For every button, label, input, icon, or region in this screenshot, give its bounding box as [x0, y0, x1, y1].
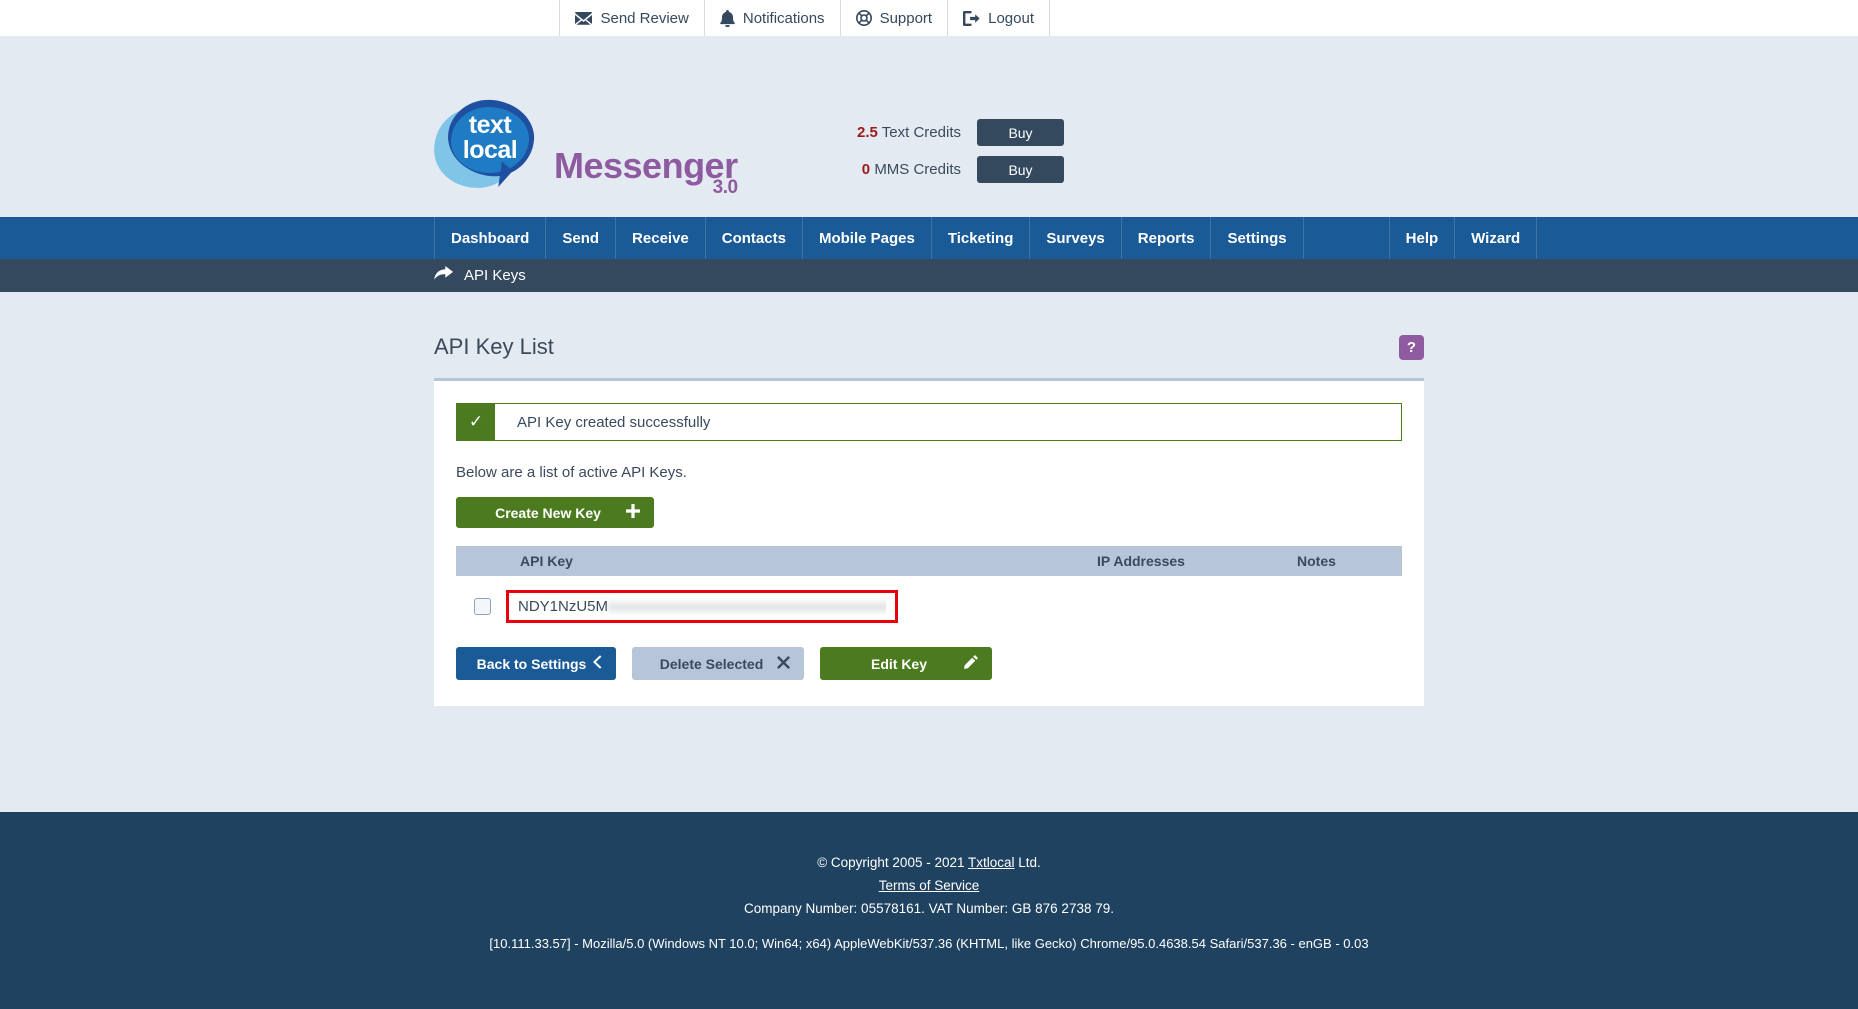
arrow-forward-icon	[434, 266, 453, 285]
api-key-value: NDY1NzU5Mxxxxxxxxxxxxxxxxxxxxxxxxxxxxxxx…	[518, 598, 886, 615]
top-item-label: Send Review	[600, 9, 689, 27]
api-key-masked-part: xxxxxxxxxxxxxxxxxxxxxxxxxxxxxxxxxxxxxxxx…	[608, 598, 886, 615]
footer-copyright-post: Ltd.	[1014, 855, 1041, 870]
pencil-icon	[964, 655, 978, 672]
envelope-icon	[575, 11, 593, 25]
page-footer: © Copyright 2005 - 2021 Txtlocal Ltd. Te…	[0, 812, 1858, 1009]
back-to-settings-button[interactable]: Back to Settings	[456, 647, 616, 680]
footer-copyright-pre: © Copyright 2005 - 2021	[817, 855, 968, 870]
top-item-send-review[interactable]: Send Review	[559, 0, 703, 36]
nav-item-receive[interactable]: Receive	[616, 217, 706, 259]
api-key-visible-part: NDY1NzU5M	[518, 598, 609, 615]
check-icon: ✓	[457, 404, 495, 440]
row-api-key-cell: NDY1NzU5Mxxxxxxxxxxxxxxxxxxxxxxxxxxxxxxx…	[502, 576, 1087, 637]
content-column: API Key List ? ✓ API Key created success…	[434, 292, 1424, 706]
top-item-logout[interactable]: Logout	[947, 0, 1050, 36]
buy-mms-credits-button[interactable]: Buy	[977, 156, 1064, 183]
mms-credits-caption: MMS Credits	[874, 161, 961, 178]
table-header-api-key: API Key	[502, 546, 1087, 576]
help-button[interactable]: ?	[1399, 334, 1424, 360]
header-band: text local Messenger 3.0 2.5 Text Credit…	[0, 36, 1858, 217]
top-item-label: Support	[879, 9, 933, 27]
brand-logo[interactable]: text local Messenger 3.0	[430, 96, 738, 199]
top-item-support[interactable]: Support	[839, 0, 948, 36]
row-checkbox[interactable]	[474, 598, 491, 615]
edit-key-label: Edit Key	[870, 655, 927, 672]
top-utility-bar: Send Review Notifications Support Logout	[0, 0, 1858, 36]
api-keys-table: API Key IP Addresses Notes NDY1NzU5Mxxxx…	[456, 546, 1402, 637]
footer-txtlocal-link[interactable]: Txtlocal	[968, 855, 1015, 870]
nav-item-ticketing[interactable]: Ticketing	[932, 217, 1031, 259]
row-notes-cell	[1287, 576, 1402, 637]
main-navigation: Dashboard Send Receive Contacts Mobile P…	[0, 217, 1858, 259]
bell-icon	[720, 9, 735, 27]
logout-icon	[963, 10, 980, 26]
nav-item-settings[interactable]: Settings	[1211, 217, 1304, 259]
plus-icon	[626, 504, 640, 521]
top-item-label: Notifications	[742, 9, 825, 27]
intro-text: Below are a list of active API Keys.	[456, 464, 687, 481]
table-header-ip-addresses: IP Addresses	[1087, 546, 1287, 576]
text-credits-label: 2.5 Text Credits	[857, 124, 961, 141]
breadcrumb-label: API Keys	[464, 267, 526, 284]
nav-item-mobile-pages[interactable]: Mobile Pages	[803, 217, 932, 259]
buy-text-credits-button[interactable]: Buy	[977, 119, 1064, 146]
bubble-line-2: local	[462, 136, 518, 164]
nav-item-contacts[interactable]: Contacts	[706, 217, 803, 259]
product-name-text: Messenger	[554, 145, 738, 186]
footer-copyright: © Copyright 2005 - 2021 Txtlocal Ltd.	[0, 852, 1858, 875]
page-title: API Key List	[434, 334, 554, 359]
create-new-key-label: Create New Key	[495, 504, 601, 521]
table-header-notes: Notes	[1287, 546, 1402, 576]
footer-terms-link[interactable]: Terms of Service	[879, 878, 980, 893]
delete-selected-label: Delete Selected	[659, 655, 764, 672]
edit-key-button[interactable]: Edit Key	[820, 647, 992, 680]
textlocal-bubble-icon: text local	[430, 96, 540, 193]
action-buttons: Back to Settings Delete Selected Edit Ke…	[456, 647, 1402, 680]
top-item-notifications[interactable]: Notifications	[703, 0, 840, 36]
mms-credits-amount: 0	[861, 161, 871, 178]
table-header-row: API Key IP Addresses Notes	[456, 546, 1402, 576]
mms-credits-label: 0 MMS Credits	[862, 161, 961, 178]
close-icon	[777, 655, 790, 672]
table-row: NDY1NzU5Mxxxxxxxxxxxxxxxxxxxxxxxxxxxxxxx…	[456, 576, 1402, 637]
api-key-panel: ✓ API Key created successfully Below are…	[434, 378, 1424, 706]
nav-item-reports[interactable]: Reports	[1122, 217, 1212, 259]
nav-item-send[interactable]: Send	[546, 217, 617, 259]
delete-selected-button[interactable]: Delete Selected	[632, 647, 804, 680]
text-credits-amount: 2.5	[857, 124, 878, 141]
api-key-highlight-box[interactable]: NDY1NzU5Mxxxxxxxxxxxxxxxxxxxxxxxxxxxxxxx…	[506, 590, 898, 623]
success-alert: ✓ API Key created successfully	[456, 403, 1402, 441]
nav-item-dashboard[interactable]: Dashboard	[434, 217, 547, 259]
nav-item-wizard[interactable]: Wizard	[1455, 217, 1538, 259]
top-item-label: Logout	[988, 9, 1034, 27]
product-version: 3.0	[712, 177, 738, 198]
page-body: API Key List ? ✓ API Key created success…	[0, 292, 1858, 812]
chevron-left-icon	[593, 655, 602, 672]
nav-spacer	[1304, 217, 1390, 259]
mms-credits-row: 0 MMS Credits Buy	[857, 156, 1064, 183]
footer-terms: Terms of Service	[0, 875, 1858, 898]
bubble-line-1: text	[468, 111, 512, 139]
back-to-settings-label: Back to Settings	[476, 655, 587, 672]
credits-panel: 2.5 Text Credits Buy 0 MMS Credits Buy	[857, 119, 1064, 183]
table-header-select	[456, 546, 502, 576]
page-header: API Key List ?	[434, 292, 1424, 378]
success-alert-message: API Key created successfully	[495, 404, 1401, 440]
lifebuoy-icon	[855, 10, 872, 26]
breadcrumb: API Keys	[0, 259, 1858, 292]
create-new-key-button[interactable]: Create New Key	[456, 497, 654, 528]
text-credits-row: 2.5 Text Credits Buy	[857, 119, 1064, 146]
row-ip-addresses-cell	[1087, 576, 1287, 637]
nav-item-help[interactable]: Help	[1390, 217, 1456, 259]
row-select-cell	[456, 576, 502, 637]
product-name: Messenger 3.0	[554, 145, 738, 199]
text-credits-caption: Text Credits	[881, 124, 961, 141]
nav-item-surveys[interactable]: Surveys	[1030, 217, 1122, 259]
footer-useragent: [10.111.33.57] - Mozilla/5.0 (Windows NT…	[489, 935, 1369, 951]
footer-company: Company Number: 05578161. VAT Number: GB…	[744, 900, 1114, 916]
